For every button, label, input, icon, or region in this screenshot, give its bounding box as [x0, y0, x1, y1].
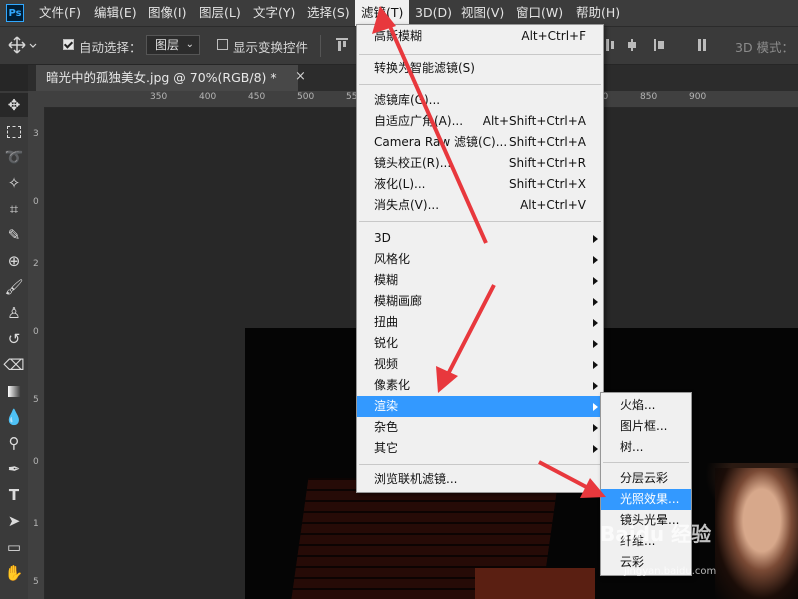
arrow-head: [580, 478, 606, 498]
arrow-to-lighting-effects: [538, 460, 593, 492]
annotation-arrows: [372, 6, 606, 498]
arrow-to-render: [444, 284, 496, 379]
baidu-watermark-url: jingyan.baidu.com: [624, 566, 717, 577]
arrow-to-filter-menu: [386, 21, 488, 244]
baidu-watermark: Baidu 经验: [600, 522, 712, 546]
arrow-head: [436, 366, 458, 393]
